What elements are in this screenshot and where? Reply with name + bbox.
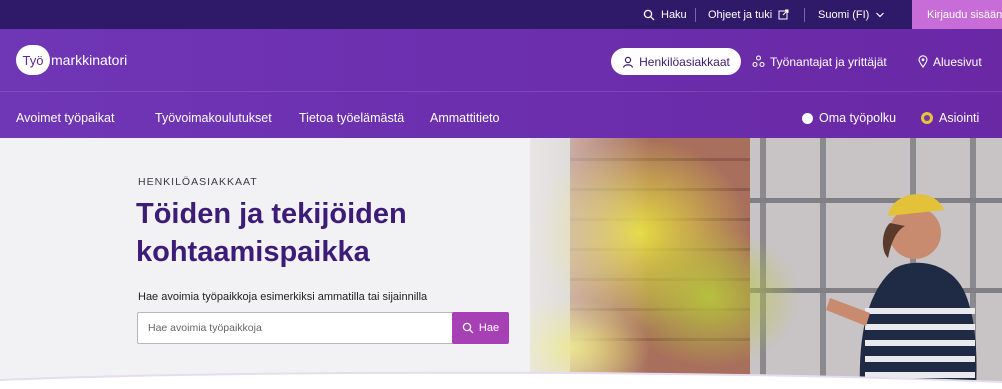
login-label: Kirjaudu sisään	[927, 8, 1002, 21]
search-icon	[643, 9, 655, 20]
my-path-label: Oma työpolku	[819, 111, 897, 125]
hero-headline: Töiden ja tekijöiden kohtaamispaikka	[136, 198, 407, 268]
hero-eyebrow: HENKILÖASIAKKAAT	[138, 176, 258, 188]
nav-item-open-jobs[interactable]: Avoimet työpaikat	[16, 104, 114, 132]
chevron-down-icon	[876, 12, 885, 17]
audience-tab-employers[interactable]: Työnantajat ja yrittäjät	[752, 48, 887, 75]
help-link[interactable]: Ohjeet ja tuki	[708, 0, 789, 29]
audience-tab-label: Työnantajat ja yrittäjät	[770, 54, 887, 69]
language-selector[interactable]: Suomi (FI)	[818, 0, 885, 29]
header-divider	[0, 91, 1002, 92]
logo-text: markkinatori	[51, 52, 128, 68]
main-header: Työ markkinatori Henkilöasiakkaat Työnan…	[0, 29, 1002, 138]
nav-item-occupation-info[interactable]: Ammattitieto	[430, 104, 499, 132]
hero-photo-fade	[480, 138, 650, 389]
regional-pages-link[interactable]: Aluesivut	[918, 48, 982, 75]
utility-bar: Haku Ohjeet ja tuki Suomi (FI) Kirjaudu …	[0, 0, 1002, 29]
location-pin-icon	[918, 55, 928, 68]
logo-bubble: Työ	[16, 45, 50, 75]
search-field-label: Hae avoimia työpaikkoja esimerkiksi amma…	[138, 291, 428, 303]
hero-wave-divider	[0, 371, 1002, 389]
search-link-label: Haku	[661, 8, 687, 21]
audience-tab-label: Henkilöasiakkaat	[639, 54, 730, 69]
search-button[interactable]: Hae	[452, 312, 509, 344]
search-button-label: Hae	[478, 322, 500, 334]
user-icon	[623, 56, 634, 68]
job-search-input[interactable]	[138, 313, 451, 343]
services-icon	[921, 112, 933, 124]
nav-item-worklife-info[interactable]: Tietoa työelämästä	[299, 104, 404, 132]
language-label: Suomi (FI)	[818, 8, 870, 21]
search-icon	[462, 322, 474, 334]
regional-pages-label: Aluesivut	[933, 54, 982, 69]
help-link-label: Ohjeet ja tuki	[708, 8, 773, 21]
services-link[interactable]: Asiointi	[921, 104, 979, 132]
nav-item-training[interactable]: Työvoimakoulutukset	[155, 104, 272, 132]
search-link[interactable]: Haku	[643, 0, 687, 29]
login-button[interactable]: Kirjaudu sisään	[912, 0, 1002, 29]
my-path-icon	[802, 112, 813, 124]
network-icon	[752, 55, 765, 68]
services-label: Asiointi	[939, 111, 980, 125]
hero-section: HENKILÖASIAKKAAT Töiden ja tekijöiden ko…	[0, 138, 1002, 389]
utility-divider	[804, 8, 805, 22]
my-path-link[interactable]: Oma työpolku	[802, 104, 896, 132]
audience-tab-individuals[interactable]: Henkilöasiakkaat	[611, 48, 741, 75]
external-link-icon	[778, 9, 789, 20]
site-logo[interactable]: Työ markkinatori	[16, 45, 127, 75]
job-search-form: Hae	[137, 312, 509, 344]
utility-divider	[695, 8, 696, 22]
